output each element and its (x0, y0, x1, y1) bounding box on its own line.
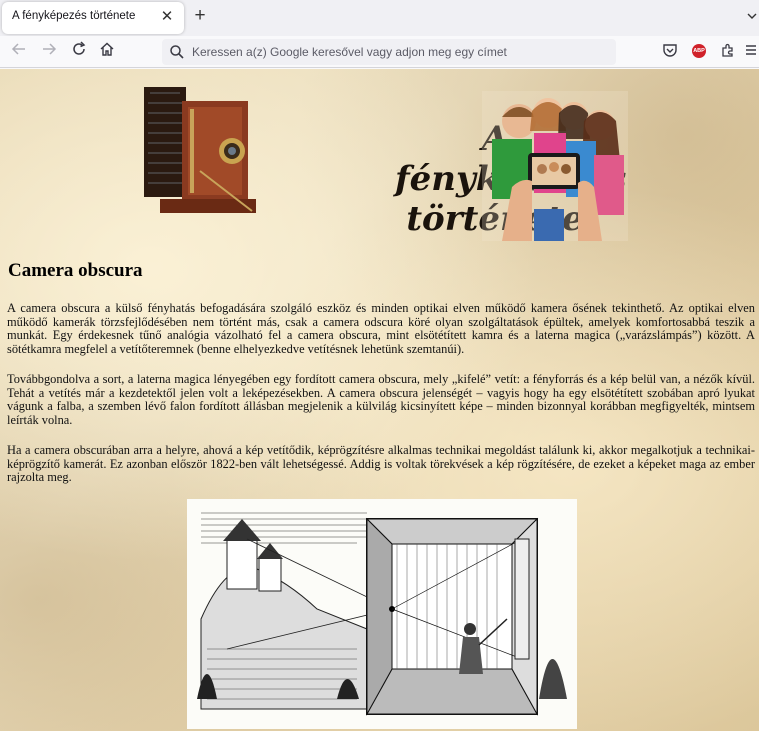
article-paragraph-3: Ha a camera obscurában arra a helyre, ah… (7, 443, 755, 485)
page-viewport: A fényképezés története Camera obs (0, 69, 759, 731)
search-icon (170, 45, 184, 59)
article-paragraph-2: Továbbgondolva a sort, a laterna magica … (7, 372, 755, 428)
address-bar[interactable] (162, 39, 616, 65)
adblock-plus-icon[interactable]: ABP (692, 44, 706, 58)
url-input[interactable] (192, 39, 607, 65)
pocket-icon[interactable] (660, 42, 680, 62)
tab-strip: A fényképezés története ✕ + (0, 0, 759, 36)
new-tab-button[interactable]: + (190, 5, 210, 27)
tab-title: A fényképezés története (12, 10, 136, 22)
section-heading: Camera obscura (8, 260, 143, 281)
forward-arrow-icon[interactable] (38, 41, 60, 63)
tab-list-chevron-icon[interactable] (747, 8, 759, 24)
active-tab[interactable]: A fényképezés története ✕ (2, 2, 184, 34)
reload-icon[interactable] (68, 41, 90, 63)
camera-obscura-engraving (187, 499, 577, 729)
back-arrow-icon[interactable] (8, 41, 30, 63)
children-selfie-image (482, 91, 628, 241)
header-banner: A fényképezés története (140, 81, 630, 241)
menu-icon[interactable] (744, 42, 758, 62)
extensions-icon[interactable] (718, 42, 738, 62)
close-tab-icon[interactable]: ✕ (158, 7, 176, 27)
antique-camera-image (144, 87, 256, 213)
article-paragraph-1: A camera obscura a külső fényhatás befog… (7, 301, 755, 357)
navigation-toolbar: ABP (0, 36, 759, 68)
home-icon[interactable] (96, 41, 118, 63)
